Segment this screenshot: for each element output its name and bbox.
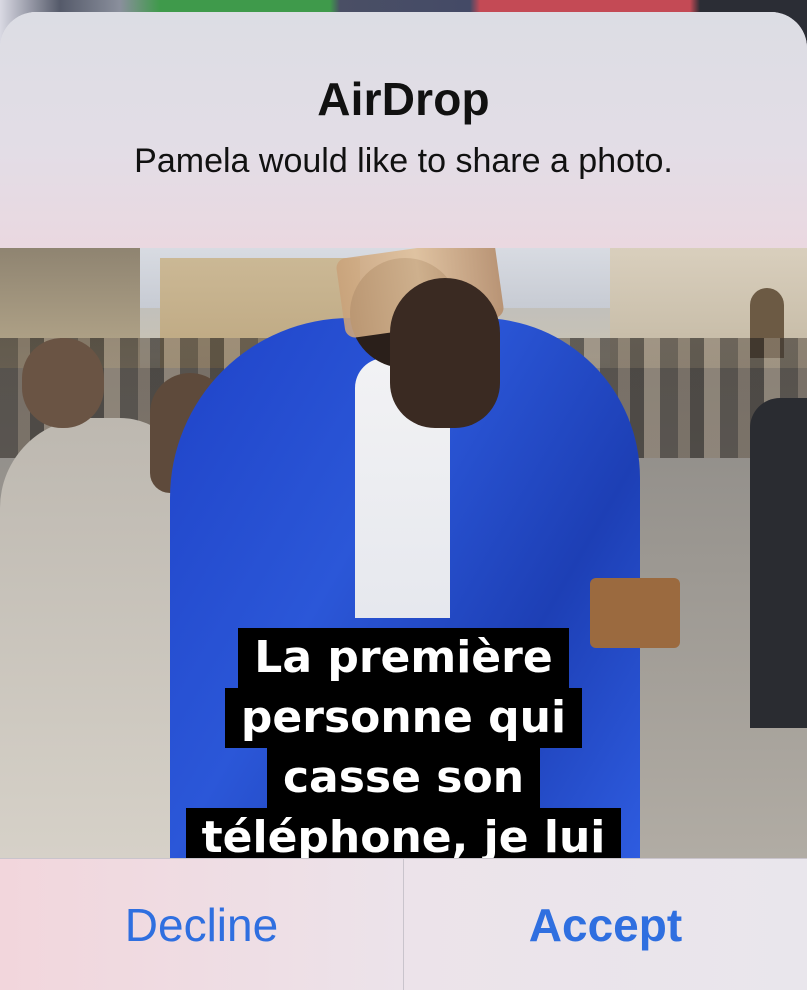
decline-button[interactable]: Decline — [0, 859, 403, 990]
photo-person-left-head — [22, 338, 104, 428]
accept-button[interactable]: Accept — [403, 859, 807, 990]
airdrop-alert: AirDrop Pamela would like to share a pho… — [0, 12, 807, 990]
caption-line: personne qui — [224, 688, 583, 748]
photo-man-hand — [390, 278, 500, 428]
caption-line: La première — [238, 628, 569, 688]
caption-line: téléphone, je lui — [185, 808, 622, 858]
alert-button-row: Decline Accept — [0, 858, 807, 990]
photo-caption: La première personne qui casse son télép… — [0, 628, 807, 858]
alert-message: Pamela would like to share a photo. — [134, 142, 673, 180]
alert-header: AirDrop Pamela would like to share a pho… — [0, 12, 807, 248]
caption-line: casse son — [266, 748, 541, 808]
alert-title: AirDrop — [317, 73, 490, 125]
shared-photo-preview: La première personne qui casse son télép… — [0, 248, 807, 858]
